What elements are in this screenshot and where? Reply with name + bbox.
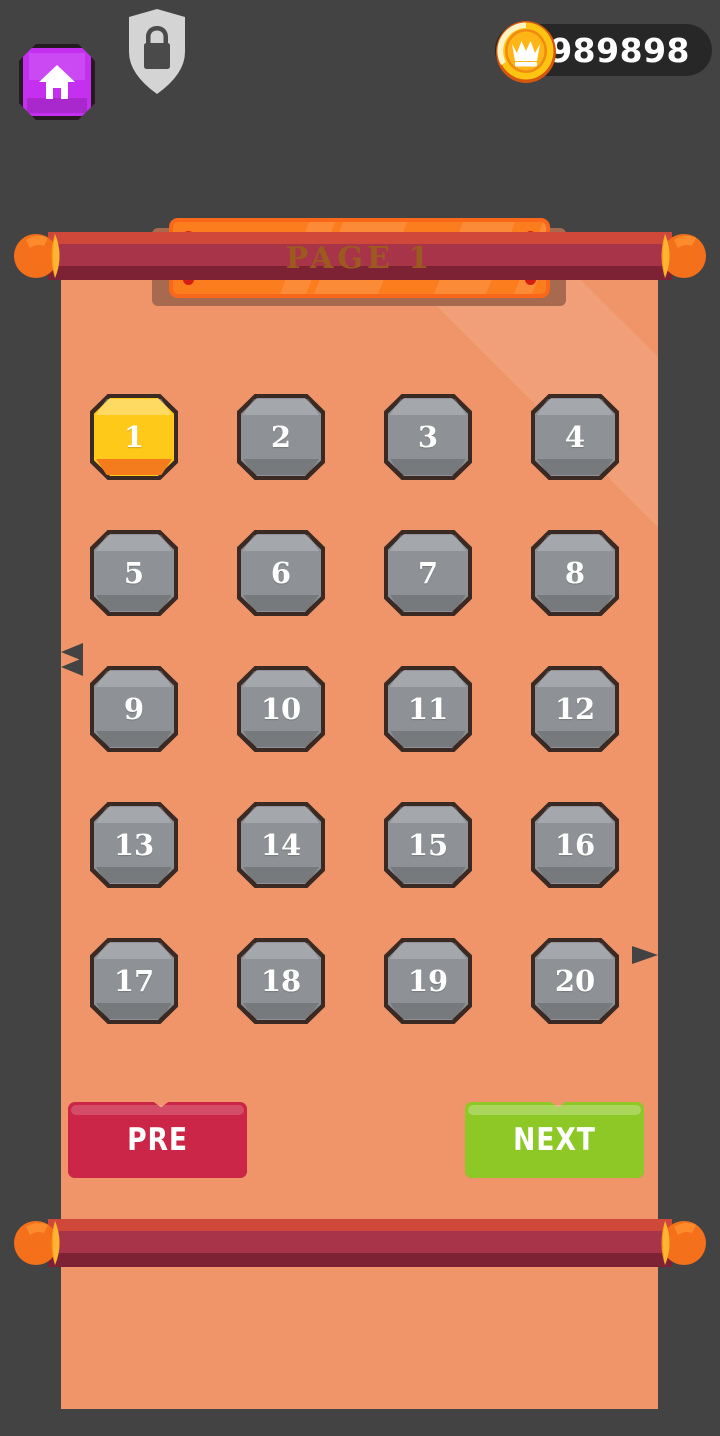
level-button-17[interactable]: 17 xyxy=(90,938,178,1024)
page-plaque[interactable]: PAGE 1 xyxy=(169,218,550,298)
prev-button-label: PRE xyxy=(127,1122,188,1158)
rod-bar xyxy=(48,1219,672,1267)
scroll-rod-bottom xyxy=(14,1219,706,1267)
currency-amount: 989898 xyxy=(549,30,690,70)
page-title: PAGE 1 xyxy=(285,240,434,276)
paper-notch-left xyxy=(61,658,83,676)
level-grid: 1 2 3 4 5 6 7 8 9 10 11 12 13 14 15 16 17 18 19 20 xyxy=(90,394,660,1074)
level-number: 11 xyxy=(407,692,449,726)
level-button-8[interactable]: 8 xyxy=(531,530,619,616)
prev-page-button[interactable]: PRE xyxy=(68,1102,247,1178)
level-number: 4 xyxy=(564,420,586,454)
rod-cap-left-icon xyxy=(14,234,60,278)
level-number: 20 xyxy=(554,964,596,998)
level-number: 3 xyxy=(417,420,439,454)
level-button-9[interactable]: 9 xyxy=(90,666,178,752)
level-number: 14 xyxy=(260,828,302,862)
rod-cap-right-icon xyxy=(661,234,706,278)
level-button-6[interactable]: 6 xyxy=(237,530,325,616)
level-button-2[interactable]: 2 xyxy=(237,394,325,480)
level-button-13[interactable]: 13 xyxy=(90,802,178,888)
rod-bar-bottom xyxy=(48,1253,672,1267)
shield-lock-icon xyxy=(129,9,185,94)
level-button-5[interactable]: 5 xyxy=(90,530,178,616)
level-number: 1 xyxy=(123,420,145,454)
top-bar: 989898 xyxy=(0,0,720,140)
level-button-10[interactable]: 10 xyxy=(237,666,325,752)
level-number: 5 xyxy=(123,556,145,590)
rod-cap-right-icon xyxy=(661,1221,706,1265)
level-number: 15 xyxy=(407,828,449,862)
level-button-18[interactable]: 18 xyxy=(237,938,325,1024)
level-button-4[interactable]: 4 xyxy=(531,394,619,480)
rod-bar-top xyxy=(48,1219,672,1231)
level-button-20[interactable]: 20 xyxy=(531,938,619,1024)
level-number: 9 xyxy=(123,692,145,726)
level-number: 2 xyxy=(270,420,292,454)
level-number: 12 xyxy=(554,692,596,726)
level-button-12[interactable]: 12 xyxy=(531,666,619,752)
next-page-button[interactable]: NEXT xyxy=(465,1102,644,1178)
next-button-label: NEXT xyxy=(513,1122,596,1158)
level-button-15[interactable]: 15 xyxy=(384,802,472,888)
level-number: 16 xyxy=(554,828,596,862)
level-button-1[interactable]: 1 xyxy=(90,394,178,480)
level-button-16[interactable]: 16 xyxy=(531,802,619,888)
level-number: 17 xyxy=(113,964,155,998)
home-icon xyxy=(39,65,75,99)
level-button-11[interactable]: 11 xyxy=(384,666,472,752)
rod-cap-left-icon xyxy=(14,1221,60,1265)
level-scroll-panel: PAGE 1 1 2 3 4 5 6 7 8 9 10 11 12 13 14 15 16 17 18 19 20 P… xyxy=(0,206,720,1409)
currency-counter[interactable]: 989898 xyxy=(495,21,712,83)
home-button[interactable] xyxy=(19,44,95,120)
level-number: 7 xyxy=(417,556,439,590)
level-number: 8 xyxy=(564,556,586,590)
level-number: 10 xyxy=(260,692,302,726)
level-number: 13 xyxy=(113,828,155,862)
level-number: 6 xyxy=(270,556,292,590)
level-button-19[interactable]: 19 xyxy=(384,938,472,1024)
rod-bar-mid xyxy=(48,1231,672,1253)
crown-coin-icon xyxy=(496,21,557,83)
level-number: 18 xyxy=(260,964,302,998)
level-number: 19 xyxy=(407,964,449,998)
level-button-7[interactable]: 7 xyxy=(384,530,472,616)
level-button-14[interactable]: 14 xyxy=(237,802,325,888)
level-button-3[interactable]: 3 xyxy=(384,394,472,480)
